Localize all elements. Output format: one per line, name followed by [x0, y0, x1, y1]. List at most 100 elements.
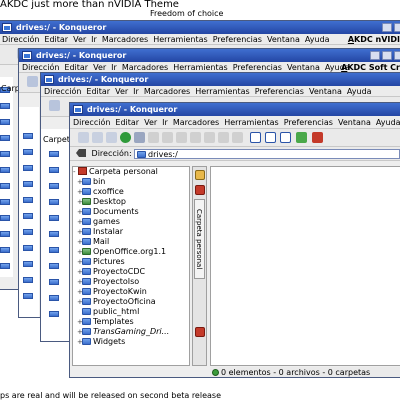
tab-carpeta-personal[interactable]: Carpeta personal	[194, 199, 205, 279]
window-titlebar[interactable]: drives:/ - Konqueror	[19, 49, 400, 62]
folder-tree[interactable]: - Carpeta personal + bin + cxoffice + Deskto…	[72, 166, 190, 366]
menu-marcadores[interactable]: Marcadores	[122, 63, 168, 72]
menu-preferencias[interactable]: Preferencias	[233, 63, 282, 72]
tree-item[interactable]: + OpenOffice.org1.1	[77, 247, 189, 257]
window-titlebar[interactable]: drives:/ - Konqueror	[41, 73, 400, 86]
toolbar	[70, 129, 400, 147]
forward-arrow-icon[interactable]	[106, 132, 117, 143]
tree-item[interactable]: + ProyectoCDC	[77, 267, 189, 277]
menu-preferencias[interactable]: Preferencias	[213, 35, 262, 44]
menu-direccion[interactable]: Dirección	[73, 118, 110, 127]
menu-ventana[interactable]: Ventana	[287, 63, 320, 72]
tree-item[interactable]: + bin	[77, 177, 189, 187]
configure-sidebar-icon[interactable]	[195, 170, 205, 180]
up-arrow-icon[interactable]	[78, 132, 89, 143]
tree-item[interactable]: + ProyectoOficina	[77, 297, 189, 307]
konqueror-window-front[interactable]: drives:/ - Konqueror Dirección Editar Ver I…	[69, 102, 400, 378]
menu-ver[interactable]: Ver	[115, 87, 128, 96]
tree-item[interactable]: + Templates	[77, 317, 189, 327]
clear-location-icon[interactable]	[76, 149, 86, 157]
menu-editar[interactable]: Editar	[64, 63, 88, 72]
location-label: Dirección:	[91, 149, 132, 158]
folder-icon	[82, 228, 91, 235]
minimize-icon[interactable]	[370, 51, 380, 60]
multicolumn-view-icon[interactable]	[312, 132, 323, 143]
menu-preferencias[interactable]: Preferencias	[255, 87, 304, 96]
folder-icon	[82, 288, 91, 295]
paste-icon[interactable]	[190, 132, 201, 143]
menu-editar[interactable]: Editar	[44, 35, 68, 44]
settings-icon[interactable]	[134, 132, 145, 143]
bookmarks-tab-icon[interactable]	[195, 327, 205, 337]
zoom-in-icon[interactable]	[218, 132, 229, 143]
folder-icon	[82, 298, 91, 305]
folder-icon	[82, 308, 91, 315]
menu-ayuda[interactable]: Ayuda	[376, 118, 400, 127]
menu-ver[interactable]: Ver	[93, 63, 106, 72]
menu-direccion[interactable]: Dirección	[2, 35, 39, 44]
menu-ventana[interactable]: Ventana	[267, 35, 300, 44]
menu-editar[interactable]: Editar	[86, 87, 110, 96]
print-icon[interactable]	[204, 132, 215, 143]
stop-icon[interactable]	[148, 132, 159, 143]
reload-icon[interactable]	[120, 132, 131, 143]
menu-ver[interactable]: Ver	[144, 118, 157, 127]
menu-direccion[interactable]: Dirección	[44, 87, 81, 96]
home-tab-icon[interactable]	[195, 185, 205, 195]
folder-icon	[82, 328, 91, 335]
menu-ir[interactable]: Ir	[91, 35, 97, 44]
tree-item[interactable]: + cxoffice	[77, 187, 189, 197]
menu-marcadores[interactable]: Marcadores	[173, 118, 219, 127]
folder-icon	[82, 208, 91, 215]
tree-item[interactable]: + Instalar	[77, 227, 189, 237]
list-view-icon[interactable]	[265, 132, 276, 143]
cut-icon[interactable]	[162, 132, 173, 143]
tree-item[interactable]: public_html	[77, 307, 189, 317]
menu-ver[interactable]: Ver	[73, 35, 86, 44]
menu-herramientas[interactable]: Herramientas	[173, 63, 228, 72]
file-view[interactable]	[210, 166, 400, 366]
icon-view-icon[interactable]	[250, 132, 261, 143]
home-icon[interactable]	[27, 76, 38, 87]
menu-herramientas[interactable]: Herramientas	[153, 35, 208, 44]
menu-ir[interactable]: Ir	[162, 118, 168, 127]
menu-marcadores[interactable]: Marcadores	[144, 87, 190, 96]
menu-ventana[interactable]: Ventana	[338, 118, 371, 127]
tree-item[interactable]: + Documents	[77, 207, 189, 217]
close-icon[interactable]	[394, 51, 400, 60]
home-icon[interactable]	[49, 100, 60, 111]
zoom-out-icon[interactable]	[232, 132, 243, 143]
menu-marcadores[interactable]: Marcadores	[102, 35, 148, 44]
menu-ir[interactable]: Ir	[111, 63, 117, 72]
window-titlebar[interactable]: drives:/ - Konqueror	[70, 103, 400, 116]
menu-ayuda[interactable]: Ayuda	[305, 35, 330, 44]
tree-item[interactable]: + Mail	[77, 237, 189, 247]
maximize-icon[interactable]	[394, 23, 400, 32]
tree-item[interactable]: + ProyectoKwin	[77, 287, 189, 297]
detail-view-icon[interactable]	[280, 132, 291, 143]
tree-item[interactable]: + Desktop	[77, 197, 189, 207]
back-arrow-icon[interactable]	[92, 132, 103, 143]
tree-item[interactable]: + TransGaming_Dri...	[77, 327, 189, 337]
menu-editar[interactable]: Editar	[115, 118, 139, 127]
window-titlebar[interactable]: drives:/ - Konqueror	[0, 21, 400, 34]
menu-ir[interactable]: Ir	[133, 87, 139, 96]
tree-item[interactable]: + Widgets	[77, 337, 189, 347]
menu-direccion[interactable]: Dirección	[22, 63, 59, 72]
copy-icon[interactable]	[176, 132, 187, 143]
image-view-icon[interactable]	[296, 132, 307, 143]
home-folder-icon	[78, 167, 87, 175]
tree-item[interactable]: + Pictures	[77, 257, 189, 267]
tree-root[interactable]: - Carpeta personal	[73, 167, 189, 177]
minimize-icon[interactable]	[382, 23, 392, 32]
tree-item[interactable]: + games	[77, 217, 189, 227]
menu-ventana[interactable]: Ventana	[309, 87, 342, 96]
maximize-icon[interactable]	[382, 51, 392, 60]
menu-herramientas[interactable]: Herramientas	[195, 87, 250, 96]
tree-item[interactable]: + ProyectoIso	[77, 277, 189, 287]
menu-ayuda[interactable]: Ayuda	[347, 87, 372, 96]
menu-preferencias[interactable]: Preferencias	[284, 118, 333, 127]
location-input[interactable]: drives:/	[134, 149, 400, 159]
menu-herramientas[interactable]: Herramientas	[224, 118, 279, 127]
folder-icon	[82, 278, 91, 285]
